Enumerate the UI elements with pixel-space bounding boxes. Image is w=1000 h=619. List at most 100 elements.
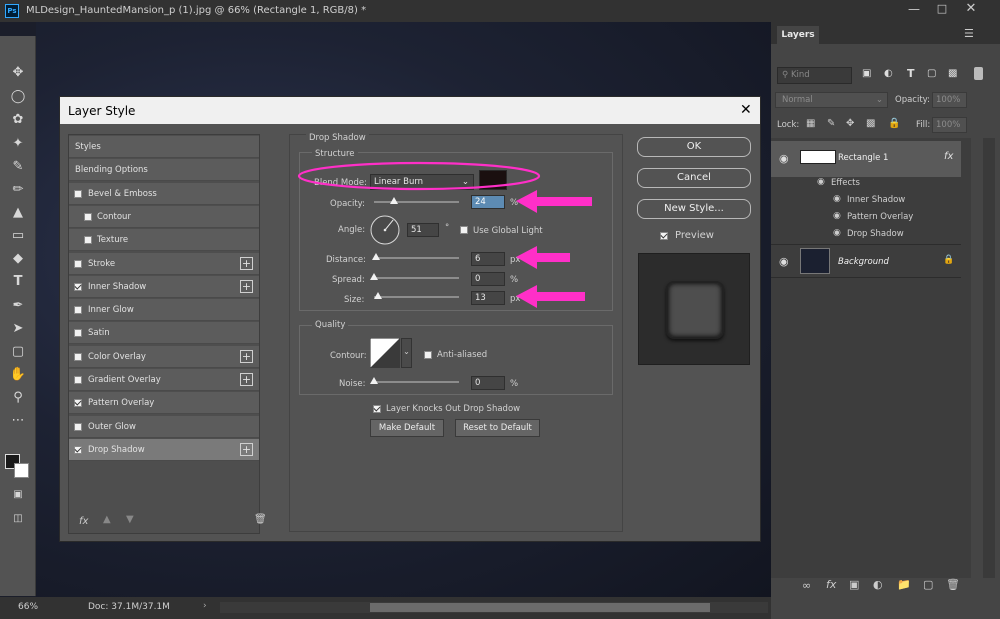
add-effect-plus-icon[interactable]: + [240, 279, 253, 293]
tab-layers[interactable]: Layers [777, 26, 819, 44]
add-mask-icon[interactable]: ▣ [849, 578, 859, 591]
hand-icon[interactable]: ✋ [8, 366, 28, 384]
quick-mask-icon[interactable]: ▣ [8, 486, 28, 504]
delete-layer-icon[interactable]: 🗑 [946, 578, 960, 591]
layer-name[interactable]: Background [838, 257, 889, 267]
rectangle-icon[interactable]: ▢ [8, 343, 28, 361]
stamp-icon[interactable]: ▲ [8, 204, 28, 222]
lasso-icon[interactable]: ✿ [8, 111, 28, 129]
effect-eye-icon[interactable]: ◉ [833, 211, 841, 221]
style-checkbox[interactable] [84, 236, 92, 245]
style-item[interactable]: Drop Shadow + [69, 438, 259, 461]
lock-label: Lock: [777, 120, 800, 130]
style-item[interactable]: Contour [69, 205, 259, 228]
new-layer-icon[interactable]: ▢ [923, 578, 933, 591]
effect-pattern-overlay[interactable]: Pattern Overlay [847, 212, 913, 222]
zoom-icon[interactable]: ⚲ [8, 389, 28, 407]
style-checkbox[interactable] [74, 376, 82, 384]
visibility-eye-icon[interactable]: ◉ [779, 255, 789, 268]
style-item[interactable]: Color Overlay + [69, 345, 259, 368]
effect-eye-icon[interactable]: ◉ [833, 228, 841, 238]
style-item[interactable]: Inner Shadow + [69, 275, 259, 298]
link-layers-icon[interactable]: ∞ [802, 579, 811, 592]
style-checkbox[interactable] [74, 306, 82, 315]
style-checkbox[interactable] [74, 422, 82, 431]
close-window-icon[interactable]: ✕ [962, 1, 980, 17]
style-checkbox[interactable] [74, 399, 82, 408]
style-checkbox[interactable] [74, 329, 82, 338]
add-effect-plus-icon[interactable]: + [240, 442, 253, 456]
add-effect-plus-icon[interactable]: + [240, 373, 253, 386]
filter-toggle-icon[interactable] [974, 67, 983, 80]
lock-position-icon[interactable]: ✥ [846, 118, 854, 129]
type-icon[interactable]: T [8, 273, 28, 291]
fill-input[interactable]: 100% [932, 117, 967, 133]
more-tools-icon[interactable]: ⋯ [8, 412, 28, 430]
lock-all-icon[interactable]: 🔒 [888, 118, 900, 129]
magic-wand-icon[interactable]: ✦ [8, 135, 28, 153]
filter-adjust-icon[interactable]: ◐ [884, 68, 893, 79]
layer-name[interactable]: Rectangle 1 [838, 153, 888, 163]
style-item[interactable]: Outer Glow [69, 415, 259, 438]
eyedropper-icon[interactable]: ✎ [8, 158, 28, 176]
effects-label[interactable]: Effects [831, 178, 860, 188]
filter-type-icon[interactable]: T [907, 67, 915, 80]
blend-mode-select[interactable]: Normal ⌄ [775, 92, 888, 108]
pen-icon[interactable]: ✒ [8, 297, 28, 315]
opacity-input[interactable]: 100% [932, 92, 967, 108]
background-color-swatch[interactable] [14, 463, 29, 478]
layer-filter-input[interactable]: ⚲ Kind [777, 67, 852, 84]
eraser-icon[interactable]: ▭ [8, 227, 28, 245]
style-item[interactable]: Styles [69, 136, 259, 158]
adjustment-icon[interactable]: ◐ [873, 578, 883, 591]
move-icon[interactable]: ✥ [8, 64, 28, 82]
panel-menu-icon[interactable]: ☰ [964, 27, 974, 40]
style-item[interactable]: Gradient Overlay + [69, 369, 259, 391]
style-item[interactable]: Blending Options [69, 159, 259, 182]
brush-icon[interactable]: ✏ [8, 181, 28, 199]
minimize-icon[interactable]: — [905, 2, 923, 18]
effect-drop-shadow[interactable]: Drop Shadow [847, 229, 904, 239]
effect-eye-icon[interactable]: ◉ [833, 194, 841, 204]
add-style-icon[interactable]: fx [826, 578, 836, 591]
style-checkbox[interactable] [74, 189, 82, 198]
filter-shape-icon[interactable]: ▢ [927, 68, 936, 79]
style-checkbox[interactable] [74, 445, 82, 454]
style-label: Drop Shadow [88, 444, 145, 455]
add-effect-plus-icon[interactable]: + [240, 256, 253, 270]
style-label: Contour [97, 211, 131, 222]
visibility-eye-icon[interactable]: ◉ [779, 152, 789, 165]
filter-pixel-icon[interactable]: ▣ [862, 68, 871, 79]
lock-transparent-icon[interactable]: ▦ [806, 118, 815, 129]
style-item[interactable]: Texture [69, 229, 259, 252]
horizontal-scrollbar[interactable] [220, 602, 768, 613]
style-item[interactable]: Pattern Overlay [69, 392, 259, 415]
style-checkbox[interactable] [74, 352, 82, 361]
style-label: Styles [75, 142, 101, 152]
style-checkbox[interactable] [74, 282, 82, 291]
lock-artboard-icon[interactable]: ▩ [866, 118, 875, 129]
status-menu-arrow-icon[interactable]: › [203, 601, 207, 611]
add-effect-plus-icon[interactable]: + [240, 349, 253, 363]
new-group-icon[interactable]: 📁 [897, 578, 911, 591]
filter-smart-icon[interactable]: ▩ [948, 68, 957, 79]
style-checkbox[interactable] [74, 259, 82, 268]
style-item[interactable]: Satin [69, 322, 259, 345]
screen-mode-icon[interactable]: ◫ [8, 510, 28, 528]
vertical-scrollbar[interactable] [983, 138, 995, 578]
style-item[interactable]: Inner Glow [69, 299, 259, 322]
paint-bucket-icon[interactable]: ◆ [8, 250, 28, 268]
lock-paint-icon[interactable]: ✎ [827, 118, 835, 129]
effect-eye-icon[interactable]: ◉ [817, 177, 825, 187]
effect-inner-shadow[interactable]: Inner Shadow [847, 195, 905, 205]
lock-icon: 🔒 [943, 255, 955, 265]
style-checkbox[interactable] [84, 212, 92, 221]
style-item[interactable]: Stroke + [69, 252, 259, 275]
style-item[interactable]: Bevel & Emboss [69, 182, 259, 205]
fx-icon[interactable]: fx [944, 151, 953, 162]
maximize-icon[interactable]: □ [933, 2, 951, 18]
marquee-icon[interactable]: ◯ [8, 88, 28, 106]
zoom-level[interactable]: 66% [18, 602, 38, 612]
path-select-icon[interactable]: ➤ [8, 320, 28, 338]
style-label: Stroke [88, 258, 116, 269]
